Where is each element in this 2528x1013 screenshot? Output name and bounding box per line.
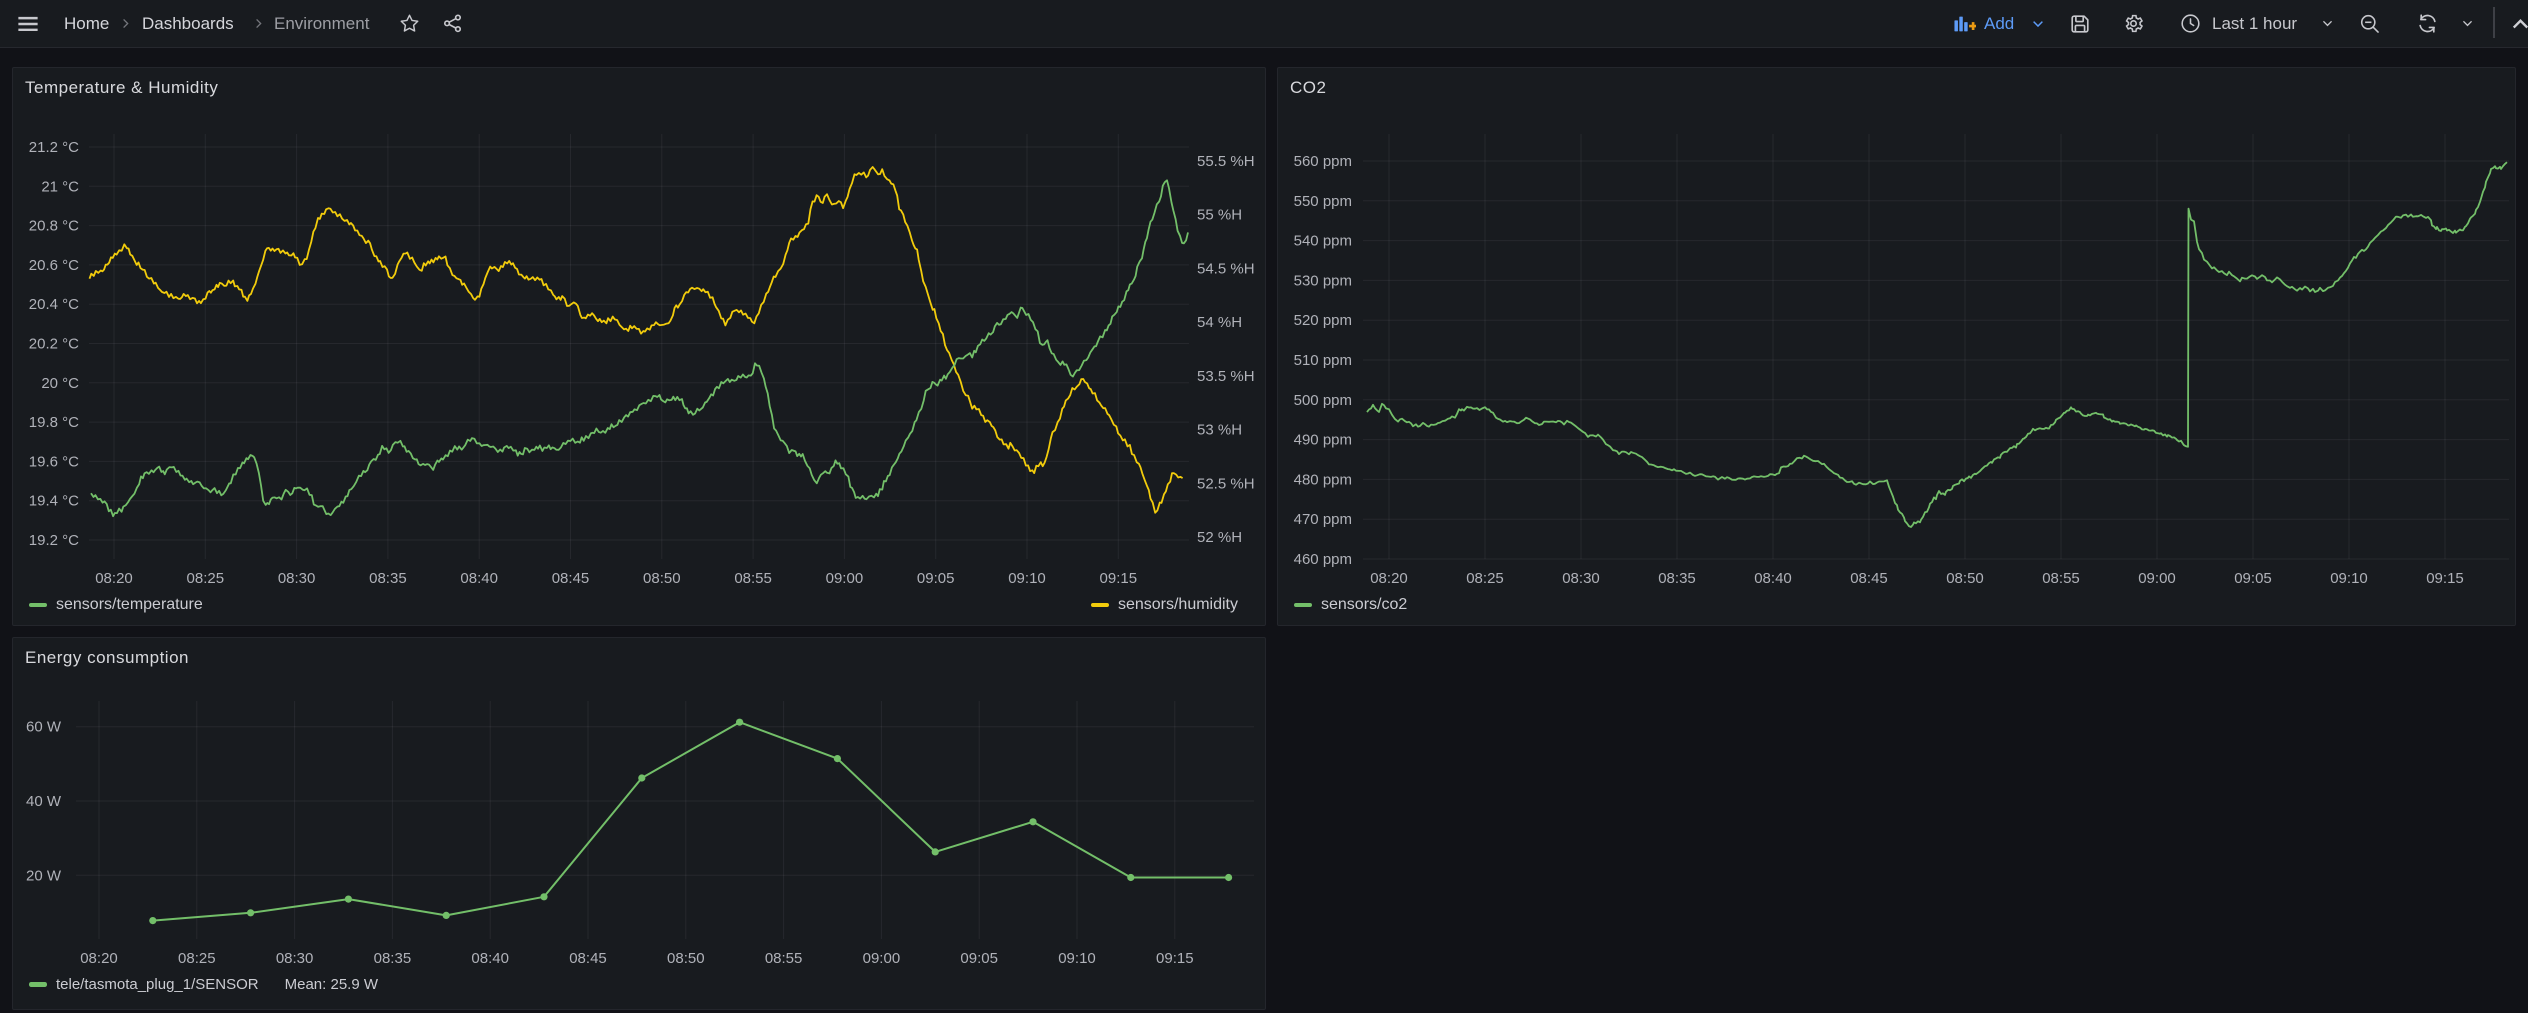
svg-text:08:45: 08:45 [552,570,590,587]
svg-text:08:30: 08:30 [278,570,316,587]
svg-text:21.2 °C: 21.2 °C [29,139,79,156]
svg-text:08:55: 08:55 [2042,570,2080,587]
svg-text:550 ppm: 550 ppm [1294,193,1352,210]
svg-text:09:05: 09:05 [917,570,955,587]
svg-text:520 ppm: 520 ppm [1294,312,1352,329]
svg-text:08:35: 08:35 [374,950,412,967]
svg-text:08:50: 08:50 [667,950,705,967]
svg-text:20.4 °C: 20.4 °C [29,296,79,313]
svg-text:53 %H: 53 %H [1197,422,1242,439]
svg-text:470 ppm: 470 ppm [1294,511,1352,528]
svg-text:19.2 °C: 19.2 °C [29,532,79,549]
svg-text:20.2 °C: 20.2 °C [29,336,79,353]
svg-text:09:10: 09:10 [2330,570,2368,587]
svg-text:08:30: 08:30 [276,950,314,967]
svg-text:55 %H: 55 %H [1197,207,1242,224]
svg-text:52.5 %H: 52.5 %H [1197,475,1255,492]
svg-text:09:10: 09:10 [1058,950,1096,967]
svg-text:20 W: 20 W [26,867,62,884]
svg-text:09:05: 09:05 [960,950,998,967]
svg-text:560 ppm: 560 ppm [1294,153,1352,170]
svg-text:60 W: 60 W [26,719,62,736]
svg-text:40 W: 40 W [26,793,62,810]
svg-text:20 °C: 20 °C [41,375,79,392]
svg-text:09:15: 09:15 [1156,950,1194,967]
svg-text:09:00: 09:00 [863,950,901,967]
svg-text:08:25: 08:25 [1466,570,1504,587]
svg-text:09:10: 09:10 [1008,570,1046,587]
svg-text:09:05: 09:05 [2234,570,2272,587]
svg-text:530 ppm: 530 ppm [1294,272,1352,289]
svg-text:08:40: 08:40 [1754,570,1792,587]
svg-text:08:25: 08:25 [187,570,225,587]
svg-text:08:25: 08:25 [178,950,216,967]
svg-text:08:40: 08:40 [460,570,498,587]
svg-text:09:15: 09:15 [2426,570,2464,587]
svg-text:20.6 °C: 20.6 °C [29,257,79,274]
svg-text:500 ppm: 500 ppm [1294,392,1352,409]
svg-text:08:40: 08:40 [471,950,509,967]
svg-text:09:00: 09:00 [2138,570,2176,587]
svg-text:19.8 °C: 19.8 °C [29,414,79,431]
svg-text:09:00: 09:00 [826,570,864,587]
svg-text:08:50: 08:50 [643,570,681,587]
svg-text:480 ppm: 480 ppm [1294,471,1352,488]
svg-text:54 %H: 54 %H [1197,314,1242,331]
svg-text:08:20: 08:20 [95,570,133,587]
svg-text:08:55: 08:55 [734,570,772,587]
svg-text:490 ppm: 490 ppm [1294,432,1352,449]
svg-text:460 ppm: 460 ppm [1294,551,1352,568]
svg-text:08:45: 08:45 [1850,570,1888,587]
svg-text:08:55: 08:55 [765,950,803,967]
svg-text:08:30: 08:30 [1562,570,1600,587]
svg-text:19.4 °C: 19.4 °C [29,493,79,510]
svg-text:08:20: 08:20 [1370,570,1408,587]
svg-text:53.5 %H: 53.5 %H [1197,368,1255,385]
svg-text:08:50: 08:50 [1946,570,1984,587]
svg-text:08:20: 08:20 [80,950,118,967]
svg-text:52 %H: 52 %H [1197,529,1242,546]
svg-text:19.6 °C: 19.6 °C [29,453,79,470]
svg-text:540 ppm: 540 ppm [1294,233,1352,250]
svg-text:09:15: 09:15 [1100,570,1138,587]
svg-text:08:45: 08:45 [569,950,607,967]
svg-text:08:35: 08:35 [1658,570,1696,587]
svg-text:510 ppm: 510 ppm [1294,352,1352,369]
svg-text:54.5 %H: 54.5 %H [1197,260,1255,277]
svg-text:55.5 %H: 55.5 %H [1197,153,1255,170]
svg-text:08:35: 08:35 [369,570,407,587]
svg-text:20.8 °C: 20.8 °C [29,218,79,235]
svg-text:21 °C: 21 °C [41,178,79,195]
